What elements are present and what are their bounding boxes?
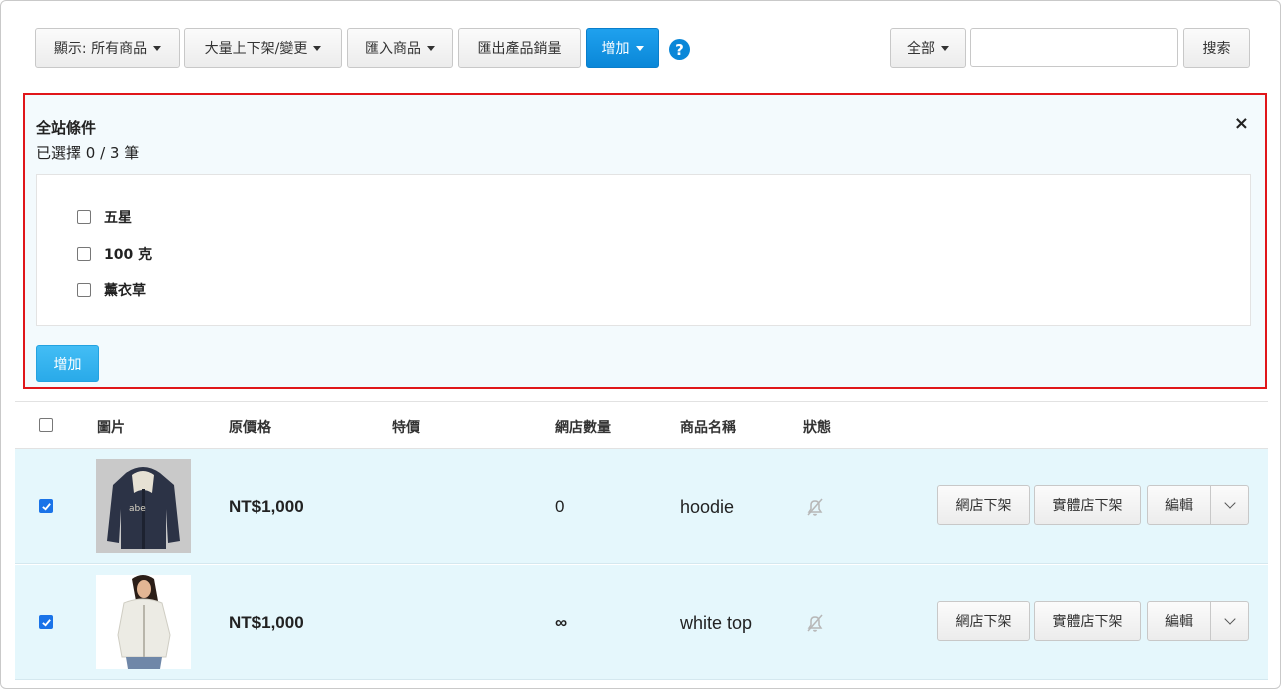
selection-count: 已選擇 0 / 3 筆: [36, 144, 140, 162]
condition-checkbox[interactable]: [77, 210, 91, 224]
header-special: 特價: [392, 420, 420, 436]
table-header: 圖片 原價格 特價 網店數量 商品名稱 狀態: [15, 401, 1268, 449]
search-scope-label: 全部: [907, 41, 935, 57]
condition-label: 五星: [104, 210, 132, 226]
header-stock: 網店數量: [555, 420, 611, 436]
online-delist-button[interactable]: 網店下架: [937, 485, 1030, 525]
condition-checkbox[interactable]: [77, 247, 91, 261]
search-button[interactable]: 搜索: [1183, 28, 1250, 68]
import-products-dropdown[interactable]: 匯入商品: [347, 28, 453, 68]
close-icon[interactable]: ×: [1234, 113, 1249, 134]
caret-down-icon: [941, 45, 949, 51]
more-actions-dropdown[interactable]: [1210, 485, 1249, 525]
condition-options-box: 五星 100 克 薰衣草: [36, 174, 1251, 326]
add-dropdown-label: 增加: [601, 41, 630, 57]
bell-off-icon[interactable]: [803, 495, 827, 519]
online-delist-button[interactable]: 網店下架: [937, 601, 1030, 641]
edit-label: 編輯: [1165, 614, 1193, 630]
row-checkbox[interactable]: [39, 615, 53, 629]
header-image: 圖片: [97, 420, 125, 436]
row-price: NT$1,000: [229, 497, 304, 516]
edit-button[interactable]: 編輯: [1147, 485, 1211, 525]
row-name[interactable]: white top: [680, 613, 752, 634]
svg-text:abe: abe: [129, 504, 146, 514]
panel-add-button[interactable]: 增加: [36, 345, 99, 382]
header-price: 原價格: [229, 420, 271, 436]
store-delist-label: 實體店下架: [1052, 614, 1123, 630]
condition-option[interactable]: 100 克: [77, 244, 152, 264]
chevron-down-icon: [1223, 497, 1236, 509]
bulk-change-dropdown[interactable]: 大量上下架/變更: [184, 28, 342, 68]
store-delist-button[interactable]: 實體店下架: [1034, 485, 1141, 525]
more-actions-dropdown[interactable]: [1210, 601, 1249, 641]
row-stock: ∞: [555, 613, 568, 632]
display-filter-label: 顯示: 所有商品: [53, 41, 148, 57]
condition-checkbox[interactable]: [77, 283, 91, 297]
condition-option[interactable]: 薰衣草: [77, 280, 146, 300]
bell-off-icon[interactable]: [803, 611, 827, 635]
help-icon[interactable]: ?: [669, 39, 690, 60]
table-row: NT$1,000 ∞ white top 網店下架 實體店下架 編輯: [15, 565, 1268, 680]
toolbar: 顯示: 所有商品 大量上下架/變更 匯入商品 匯出產品銷量 增加 ? 全部 搜索: [1, 1, 1280, 89]
row-stock: 0: [555, 497, 565, 516]
table-row: abe NT$1,000 0 hoodie 網店下架 實體店下架 編輯: [15, 449, 1268, 564]
edit-button[interactable]: 編輯: [1147, 601, 1211, 641]
import-products-label: 匯入商品: [365, 41, 421, 57]
product-image-hoodie: abe: [96, 459, 191, 553]
app-window: 顯示: 所有商品 大量上下架/變更 匯入商品 匯出產品銷量 增加 ? 全部 搜索…: [0, 0, 1281, 689]
panel-title: 全站條件: [36, 119, 97, 137]
display-filter-dropdown[interactable]: 顯示: 所有商品: [35, 28, 180, 68]
check-icon: [41, 502, 51, 511]
export-sales-label: 匯出產品銷量: [477, 41, 562, 57]
condition-option[interactable]: 五星: [77, 207, 132, 227]
chevron-down-icon: [1223, 613, 1236, 625]
caret-down-icon: [313, 45, 322, 51]
search-scope-dropdown[interactable]: 全部: [890, 28, 966, 68]
caret-down-icon: [153, 45, 162, 51]
product-image-white-top: [96, 575, 191, 669]
row-price: NT$1,000: [229, 613, 304, 632]
search-input[interactable]: [970, 28, 1178, 67]
select-all-checkbox[interactable]: [39, 418, 53, 432]
check-icon: [41, 618, 51, 627]
header-status: 狀態: [803, 420, 831, 436]
add-dropdown-button[interactable]: 增加: [586, 28, 659, 68]
search-button-label: 搜索: [1202, 41, 1231, 57]
store-delist-label: 實體店下架: [1052, 498, 1123, 514]
header-name: 商品名稱: [680, 420, 736, 436]
export-sales-button[interactable]: 匯出產品銷量: [458, 28, 581, 68]
row-checkbox[interactable]: [39, 499, 53, 513]
caret-down-icon: [427, 45, 435, 51]
bulk-change-label: 大量上下架/變更: [204, 41, 308, 57]
condition-label: 薰衣草: [104, 283, 146, 299]
site-conditions-panel: 全站條件 已選擇 0 / 3 筆 × 五星 100 克 薰衣草 增加: [23, 93, 1267, 389]
row-name[interactable]: hoodie: [680, 497, 734, 518]
online-delist-label: 網店下架: [955, 614, 1012, 630]
edit-label: 編輯: [1165, 498, 1193, 514]
condition-label: 100 克: [104, 247, 153, 263]
store-delist-button[interactable]: 實體店下架: [1034, 601, 1141, 641]
caret-down-icon: [635, 45, 644, 51]
online-delist-label: 網店下架: [955, 498, 1012, 514]
